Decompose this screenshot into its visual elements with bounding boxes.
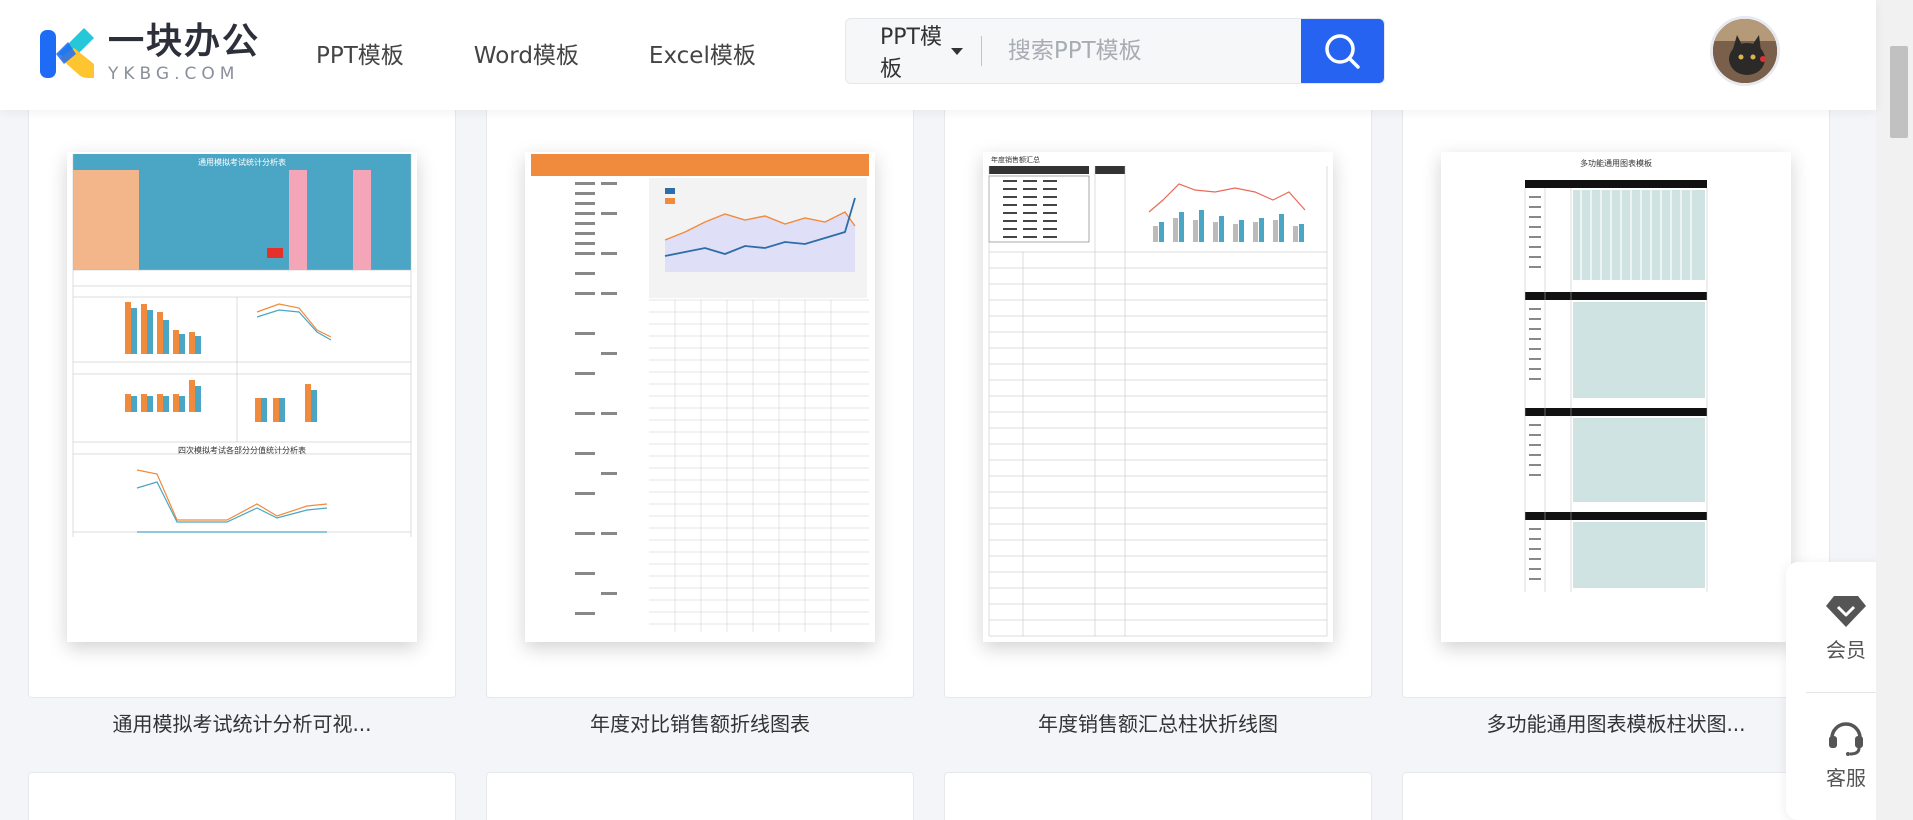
template-card[interactable]: 年度对比销售额折线图表 — [486, 110, 914, 698]
search-type-dropdown[interactable]: PPT模板 — [846, 19, 981, 83]
nav-word[interactable]: Word模板 — [474, 36, 579, 70]
template-card[interactable]: 年度销售额汇总 — [944, 110, 1372, 698]
template-card[interactable]: 通用模拟考试统计分析表 四次模拟考试各部分分值统计分析表 — [28, 110, 456, 698]
thumb-heading: 多功能通用图表模板 — [1580, 158, 1652, 168]
template-thumbnail: 通用模拟考试统计分析表 四次模拟考试各部分分值统计分析表 — [67, 152, 417, 642]
caret-down-icon — [951, 47, 964, 55]
logo-mark-icon — [38, 24, 96, 82]
template-card[interactable] — [944, 772, 1372, 820]
panel-divider — [1806, 692, 1886, 693]
card-title[interactable]: 通用模拟考试统计分析可视... — [28, 708, 456, 737]
logo-name: 一块办公 — [108, 21, 261, 62]
template-thumbnail: 年度销售额汇总 — [983, 152, 1333, 642]
search-button[interactable] — [1300, 19, 1384, 83]
template-thumbnail: 多功能通用图表模板 — [1441, 152, 1791, 642]
search-input[interactable] — [981, 19, 1301, 83]
page-scrollbar[interactable] — [1876, 0, 1913, 820]
search-bar: PPT模板 — [845, 18, 1385, 84]
thumb-heading: 年度对比销售额折线图表 — [649, 159, 771, 173]
scrollbar-thumb[interactable] — [1890, 46, 1908, 138]
nav-excel[interactable]: Excel模板 — [649, 36, 756, 70]
thumb-subheading: 四次模拟考试各部分分值统计分析表 — [178, 445, 306, 455]
main-nav: PPT模板 Word模板 Excel模板 — [316, 36, 756, 70]
template-card[interactable] — [486, 772, 914, 820]
thumb-heading: 年度销售额汇总 — [991, 155, 1040, 164]
search-icon — [1325, 34, 1361, 69]
nav-ppt[interactable]: PPT模板 — [316, 36, 404, 70]
template-card[interactable] — [1402, 772, 1830, 820]
top-header: 一块办公 YKBG.COM PPT模板 Word模板 Excel模板 PPT模板 — [0, 0, 1876, 110]
search-type-label: PPT模板 — [880, 25, 942, 82]
template-card[interactable] — [28, 772, 456, 820]
template-thumbnail: 年度对比销售额折线图表 — [525, 152, 875, 642]
card-title[interactable]: 年度对比销售额折线图表 — [486, 708, 914, 737]
card-title[interactable]: 年度销售额汇总柱状折线图 — [944, 708, 1372, 737]
user-avatar[interactable] — [1710, 16, 1780, 86]
site-logo[interactable]: 一块办公 YKBG.COM — [38, 22, 260, 84]
template-card[interactable]: 多功能通用图表模板 — [1402, 110, 1830, 698]
headset-icon — [1829, 722, 1863, 756]
logo-domain: YKBG.COM — [108, 64, 240, 84]
diamond-icon — [1826, 596, 1866, 627]
thumb-heading: 通用模拟考试统计分析表 — [198, 157, 286, 167]
card-title[interactable]: 多功能通用图表模板柱状图... — [1402, 708, 1830, 737]
